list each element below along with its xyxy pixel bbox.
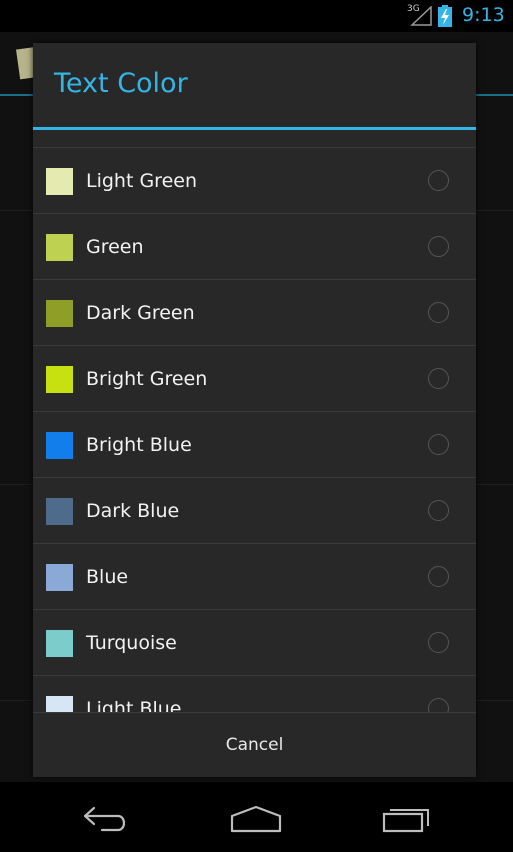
color-option-label: Turquoise <box>86 632 177 654</box>
signal-icon <box>410 6 432 26</box>
radio-button[interactable] <box>428 566 449 587</box>
color-option-green[interactable]: Green <box>33 214 476 280</box>
dialog-title: Text Color <box>54 68 188 99</box>
color-option-bright-blue[interactable]: Bright Blue <box>33 412 476 478</box>
color-option-label: Dark Blue <box>86 500 180 522</box>
recent-apps-icon[interactable] <box>382 804 432 834</box>
dialog-title-divider <box>33 127 476 130</box>
color-option-label: Blue <box>86 566 129 588</box>
status-bar: 3G 9:13 <box>0 0 513 32</box>
radio-button[interactable] <box>428 368 449 389</box>
color-option-label: Bright Green <box>86 368 208 390</box>
screen: 3G 9:13 Text Color Light Green Green Dar… <box>0 0 513 852</box>
color-swatch <box>46 168 73 195</box>
radio-button[interactable] <box>428 302 449 323</box>
color-swatch <box>46 498 73 525</box>
color-option-blue[interactable]: Blue <box>33 544 476 610</box>
color-option-label: Light Blue <box>86 698 182 712</box>
radio-button[interactable] <box>428 500 449 521</box>
radio-button[interactable] <box>428 170 449 191</box>
radio-button[interactable] <box>428 698 449 712</box>
color-option-label: Green <box>86 236 144 258</box>
color-option-light-blue[interactable]: Light Blue <box>33 676 476 712</box>
color-swatch <box>46 366 73 393</box>
battery-charging-icon <box>438 5 452 27</box>
cancel-button[interactable]: Cancel <box>33 713 476 777</box>
color-swatch <box>46 630 73 657</box>
color-option-turquoise[interactable]: Turquoise <box>33 610 476 676</box>
radio-button[interactable] <box>428 632 449 653</box>
radio-button[interactable] <box>428 434 449 455</box>
color-option-label: Bright Blue <box>86 434 192 456</box>
color-option-dark-green[interactable]: Dark Green <box>33 280 476 346</box>
color-option-light-green[interactable]: Light Green <box>33 148 476 214</box>
color-list[interactable]: Light Green Green Dark Green Bright Gree… <box>33 147 476 712</box>
color-option-label: Light Green <box>86 170 197 192</box>
color-swatch <box>46 234 73 261</box>
color-swatch <box>46 696 73 712</box>
color-option-label: Dark Green <box>86 302 195 324</box>
color-option-dark-blue[interactable]: Dark Blue <box>33 478 476 544</box>
color-swatch <box>46 432 73 459</box>
status-time: 9:13 <box>462 4 505 26</box>
home-icon[interactable] <box>230 804 282 834</box>
color-swatch <box>46 564 73 591</box>
color-option-bright-green[interactable]: Bright Green <box>33 346 476 412</box>
radio-button[interactable] <box>428 236 449 257</box>
color-swatch <box>46 300 73 327</box>
back-icon[interactable] <box>82 804 130 834</box>
text-color-dialog: Text Color Light Green Green Dark Green <box>33 43 476 777</box>
navigation-bar <box>0 782 513 852</box>
